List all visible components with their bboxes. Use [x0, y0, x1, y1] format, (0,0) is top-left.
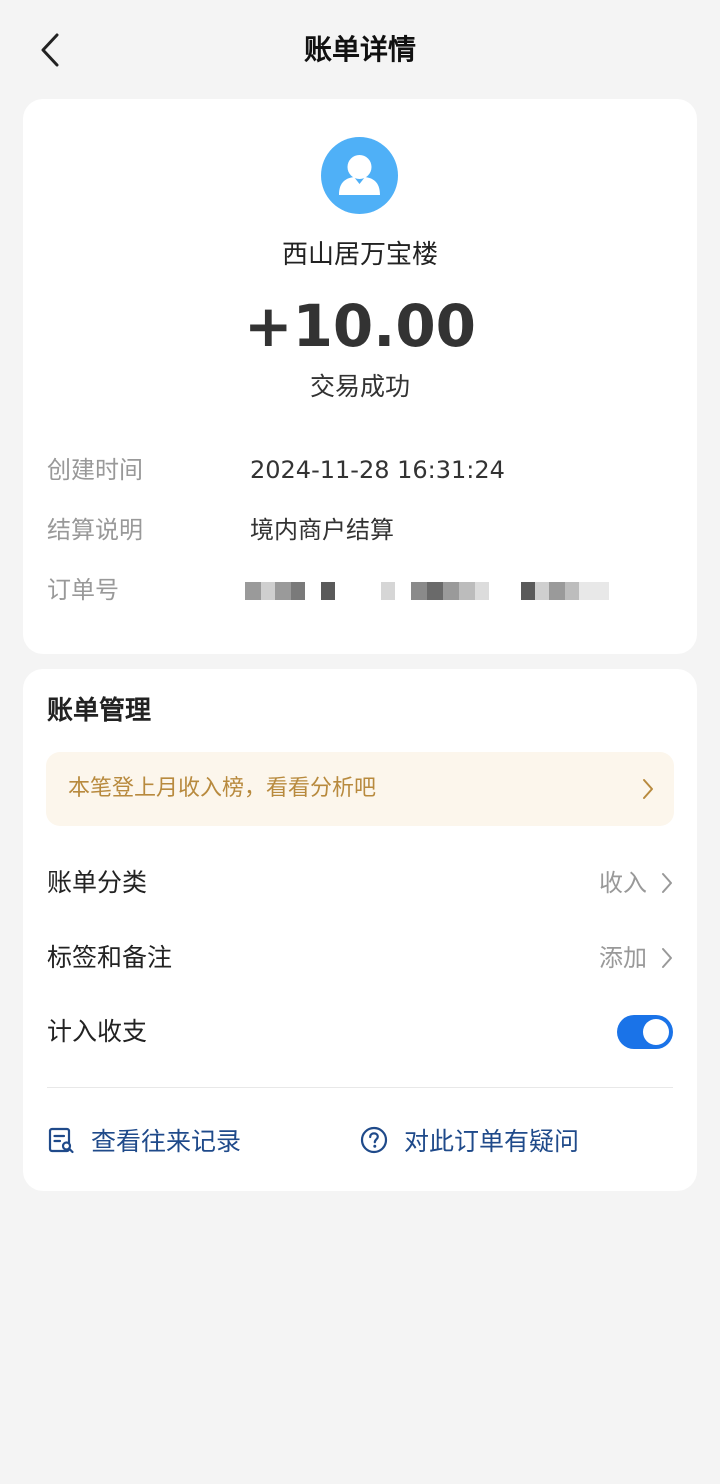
include-in-balance-row: 计入收支 — [47, 1007, 673, 1057]
transaction-card: 西山居万宝楼 +10.00 交易成功 创建时间 2024-11-28 16:31… — [23, 99, 697, 654]
settlement-value: 境内商户结算 — [250, 516, 394, 544]
banner-text: 本笔登上月收入榜，看看分析吧 — [68, 776, 377, 801]
include-in-balance-label: 计入收支 — [47, 1017, 148, 1046]
toggle-knob — [643, 1019, 669, 1045]
settlement-row: 结算说明 境内商户结算 — [47, 510, 673, 550]
merchant-name: 西山居万宝楼 — [281, 240, 438, 270]
transaction-amount: +10.00 — [243, 292, 477, 360]
income-ranking-banner[interactable]: 本笔登上月收入榜，看看分析吧 — [46, 752, 674, 826]
transaction-status: 交易成功 — [309, 372, 410, 401]
bill-management-card: 账单管理 本笔登上月收入榜，看看分析吧 账单分类 收入 标签和备注 添加 计入收… — [23, 669, 697, 1191]
created-time-row: 创建时间 2024-11-28 16:31:24 — [47, 450, 673, 490]
order-number-row: 订单号 — [47, 570, 673, 610]
chevron-right-icon — [643, 779, 653, 799]
chevron-right-icon — [662, 948, 672, 968]
record-search-icon — [48, 1127, 74, 1154]
settlement-label: 结算说明 — [47, 516, 143, 544]
view-history-link[interactable]: 查看往来记录 — [47, 1119, 241, 1161]
view-history-text: 查看往来记录 — [91, 1127, 242, 1156]
order-number-label: 订单号 — [47, 576, 119, 604]
divider — [47, 1087, 673, 1088]
include-in-balance-toggle[interactable] — [617, 1015, 673, 1049]
created-time-value: 2024-11-28 16:31:24 — [250, 456, 505, 484]
user-icon — [339, 155, 380, 195]
question-circle-icon — [360, 1126, 388, 1154]
bill-category-value: 收入 — [599, 869, 647, 897]
order-number-redacted — [245, 580, 645, 602]
tags-notes-row[interactable]: 标签和备注 添加 — [47, 933, 673, 983]
page-title: 账单详情 — [303, 33, 416, 66]
tags-notes-value: 添加 — [599, 944, 647, 972]
created-time-label: 创建时间 — [47, 456, 143, 484]
order-question-link[interactable]: 对此订单有疑问 — [360, 1119, 579, 1161]
navigation-bar: 账单详情 — [0, 0, 720, 100]
section-title: 账单管理 — [47, 696, 152, 726]
chevron-right-icon — [662, 873, 672, 893]
tags-notes-label: 标签和备注 — [47, 943, 173, 972]
bill-category-label: 账单分类 — [47, 868, 148, 897]
order-question-text: 对此订单有疑问 — [404, 1127, 580, 1156]
avatar — [321, 137, 398, 214]
bill-category-row[interactable]: 账单分类 收入 — [47, 858, 673, 908]
